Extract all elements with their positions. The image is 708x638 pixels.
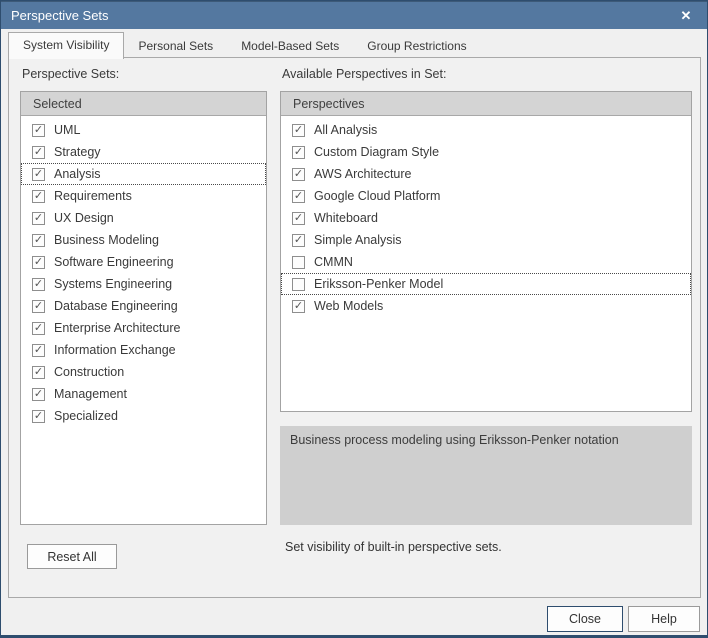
checkbox-checked-icon[interactable]: ✓ <box>32 233 45 247</box>
list-item[interactable]: ✓ UX Design <box>21 207 266 229</box>
available-perspectives-label: Available Perspectives in Set: <box>282 67 447 81</box>
checkbox-checked-icon[interactable]: ✓ <box>32 365 45 379</box>
perspective-sets-list-body: ✓ UML ✓ Strategy ✓ Analysis ✓ Requirements ✓ UX D… <box>21 116 266 427</box>
list-item[interactable]: Eriksson-Penker Model <box>281 273 691 295</box>
list-item-label: Database Engineering <box>54 299 178 313</box>
list-item-label: Business Modeling <box>54 233 159 247</box>
list-item-label: Specialized <box>54 409 118 423</box>
list-item-label: CMMN <box>314 255 353 269</box>
list-item[interactable]: ✓ UML <box>21 119 266 141</box>
list-item-label: Information Exchange <box>54 343 176 357</box>
list-item[interactable]: ✓ All Analysis <box>281 119 691 141</box>
checkbox-unchecked-icon[interactable] <box>292 255 305 269</box>
list-item-label: Whiteboard <box>314 211 378 225</box>
checkbox-checked-icon[interactable]: ✓ <box>32 189 45 203</box>
list-item-label: Enterprise Architecture <box>54 321 181 335</box>
checkbox-checked-icon[interactable]: ✓ <box>32 299 45 313</box>
checkbox-checked-icon[interactable]: ✓ <box>32 277 45 291</box>
list-item[interactable]: ✓ Analysis <box>21 163 266 185</box>
selected-column-header: Selected <box>21 92 266 116</box>
close-icon[interactable]: ✕ <box>677 7 695 25</box>
list-item[interactable]: ✓ Business Modeling <box>21 229 266 251</box>
list-item[interactable]: ✓ Web Models <box>281 295 691 317</box>
checkbox-checked-icon[interactable]: ✓ <box>292 123 305 137</box>
checkbox-checked-icon[interactable]: ✓ <box>292 189 305 203</box>
checkbox-checked-icon[interactable]: ✓ <box>32 409 45 423</box>
list-item-label: Eriksson-Penker Model <box>314 277 444 291</box>
list-item-label: UML <box>54 123 81 137</box>
checkbox-checked-icon[interactable]: ✓ <box>292 145 305 159</box>
checkbox-checked-icon[interactable]: ✓ <box>292 167 305 181</box>
visibility-hint-text: Set visibility of built-in perspective s… <box>285 540 502 554</box>
help-button[interactable]: Help <box>628 606 700 632</box>
list-item[interactable]: ✓ Whiteboard <box>281 207 691 229</box>
checkbox-checked-icon[interactable]: ✓ <box>32 123 45 137</box>
list-item[interactable]: ✓ Google Cloud Platform <box>281 185 691 207</box>
checkbox-checked-icon[interactable]: ✓ <box>32 211 45 225</box>
available-perspectives-list-body: ✓ All Analysis ✓ Custom Diagram Style ✓ AWS A… <box>281 116 691 317</box>
perspective-description: Business process modeling using Eriksson… <box>280 426 692 525</box>
list-item[interactable]: ✓ AWS Architecture <box>281 163 691 185</box>
list-item-label: Software Engineering <box>54 255 174 269</box>
list-item[interactable]: ✓ Simple Analysis <box>281 229 691 251</box>
list-item[interactable]: ✓ Specialized <box>21 405 266 427</box>
close-button[interactable]: Close <box>547 606 623 632</box>
list-item[interactable]: ✓ Construction <box>21 361 266 383</box>
list-item[interactable]: ✓ Requirements <box>21 185 266 207</box>
available-perspectives-list: Perspectives ✓ All Analysis ✓ Custom Diagra… <box>280 91 692 412</box>
list-item[interactable]: ✓ Custom Diagram Style <box>281 141 691 163</box>
checkbox-unchecked-icon[interactable] <box>292 277 305 291</box>
list-item[interactable]: CMMN <box>281 251 691 273</box>
checkbox-checked-icon[interactable]: ✓ <box>32 255 45 269</box>
reset-all-button[interactable]: Reset All <box>27 544 117 569</box>
checkbox-checked-icon[interactable]: ✓ <box>32 167 45 181</box>
list-item-label: Construction <box>54 365 125 379</box>
checkbox-checked-icon[interactable]: ✓ <box>32 343 45 357</box>
list-item[interactable]: ✓ Strategy <box>21 141 266 163</box>
perspective-sets-list: Selected ✓ UML ✓ Strategy ✓ Analysis ✓ Requirem… <box>20 91 267 525</box>
list-item-label: Google Cloud Platform <box>314 189 441 203</box>
tab-system-visibility[interactable]: System Visibility <box>8 32 125 59</box>
list-item[interactable]: ✓ Database Engineering <box>21 295 266 317</box>
list-item-label: Analysis <box>54 167 101 181</box>
list-item[interactable]: ✓ Systems Engineering <box>21 273 266 295</box>
window-title: Perspective Sets <box>11 8 109 23</box>
list-item-label: Management <box>54 387 127 401</box>
perspective-sets-label: Perspective Sets: <box>22 67 120 81</box>
list-item-label: All Analysis <box>314 123 378 137</box>
checkbox-checked-icon[interactable]: ✓ <box>32 145 45 159</box>
list-item[interactable]: ✓ Information Exchange <box>21 339 266 361</box>
checkbox-checked-icon[interactable]: ✓ <box>32 387 45 401</box>
list-item-label: Web Models <box>314 299 384 313</box>
list-item-label: Simple Analysis <box>314 233 402 247</box>
list-item-label: Systems Engineering <box>54 277 173 291</box>
checkbox-checked-icon[interactable]: ✓ <box>32 321 45 335</box>
checkbox-checked-icon[interactable]: ✓ <box>292 211 305 225</box>
list-item[interactable]: ✓ Management <box>21 383 266 405</box>
list-item-label: Strategy <box>54 145 101 159</box>
list-item-label: Custom Diagram Style <box>314 145 440 159</box>
titlebar[interactable]: Perspective Sets ✕ <box>1 1 707 29</box>
list-item[interactable]: ✓ Software Engineering <box>21 251 266 273</box>
tab-personal-sets[interactable]: Personal Sets <box>124 34 227 59</box>
list-item[interactable]: ✓ Enterprise Architecture <box>21 317 266 339</box>
checkbox-checked-icon[interactable]: ✓ <box>292 299 305 313</box>
list-item-label: UX Design <box>54 211 114 225</box>
perspective-sets-dialog: Perspective Sets ✕ System Visibility Per… <box>0 0 708 638</box>
checkbox-checked-icon[interactable]: ✓ <box>292 233 305 247</box>
perspectives-column-header: Perspectives <box>281 92 691 116</box>
list-item-label: AWS Architecture <box>314 167 412 181</box>
tab-page-system-visibility: Perspective Sets: Available Perspectives… <box>8 57 701 598</box>
tab-group-restrictions[interactable]: Group Restrictions <box>353 34 480 59</box>
tab-model-based-sets[interactable]: Model-Based Sets <box>227 34 353 59</box>
list-item-label: Requirements <box>54 189 132 203</box>
tab-bar: System Visibility Personal Sets Model-Ba… <box>8 32 699 59</box>
